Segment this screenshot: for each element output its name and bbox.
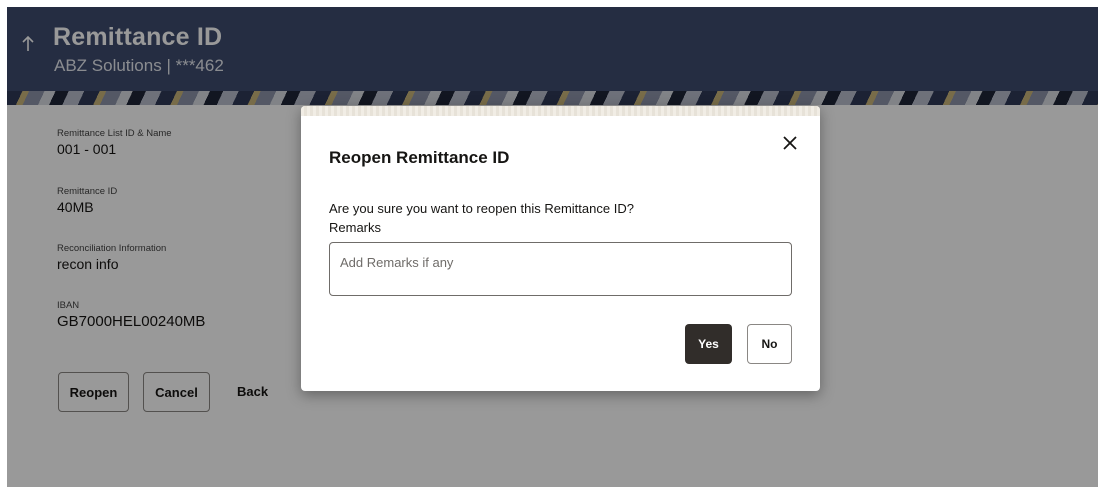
app-frame: Remittance ID ABZ Solutions | ***462 Rem…: [7, 7, 1098, 487]
remarks-input[interactable]: [329, 242, 792, 296]
remarks-label: Remarks: [329, 220, 382, 235]
dialog-header-texture: [301, 106, 820, 116]
yes-button[interactable]: Yes: [685, 324, 732, 364]
reopen-dialog: Reopen Remittance ID Are you sure you wa…: [301, 106, 820, 391]
dialog-title: Reopen Remittance ID: [329, 148, 510, 167]
no-button[interactable]: No: [747, 324, 792, 364]
dialog-question: Are you sure you want to reopen this Rem…: [329, 201, 634, 216]
close-icon[interactable]: [779, 132, 801, 154]
